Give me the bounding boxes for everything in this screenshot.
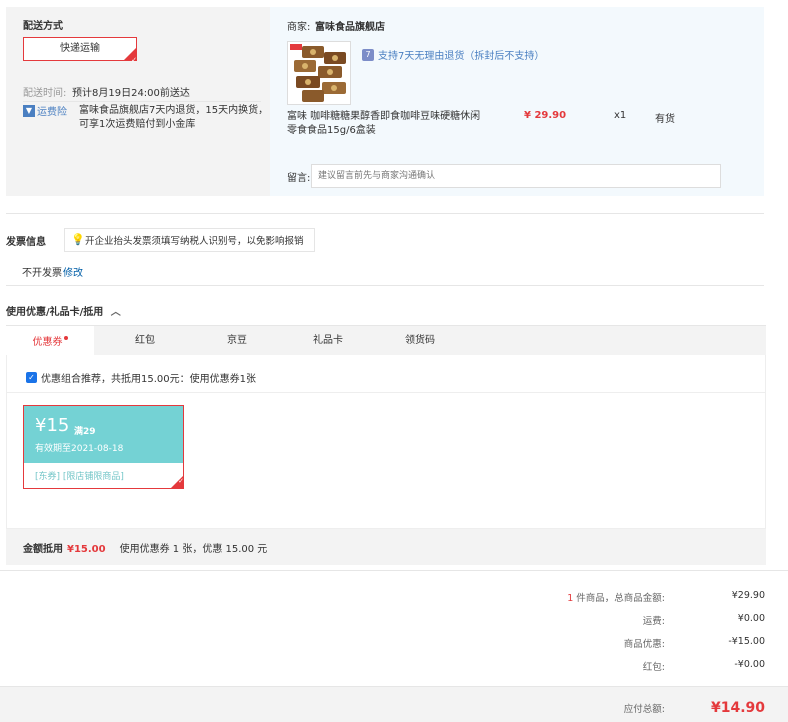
- discount-summary: 金额抵用 ¥15.00 使用优惠券 1 张，优惠 15.00 元: [23, 540, 267, 555]
- payable-label: 应付总额:: [623, 704, 665, 715]
- divider: [23, 101, 261, 102]
- invoice-tip: 💡 开企业抬头发票须填写纳税人识别号，以免影响报销: [64, 228, 315, 252]
- coupon-amount: ¥15: [35, 415, 70, 436]
- payable-value: ¥14.90: [710, 700, 765, 716]
- freight-label: 运费:: [642, 616, 665, 627]
- return-policy-text: 支持7天无理由退货（拆封后不支持）: [378, 51, 545, 62]
- summary-redpacket: 红包: -¥0.00: [485, 659, 765, 673]
- product-stock: 有货: [655, 114, 675, 125]
- recommend-row[interactable]: ✓ 优惠组合推荐，共抵用15.00元：使用优惠券1张: [26, 370, 256, 385]
- product-thumbnail[interactable]: [287, 41, 351, 105]
- discount-value: ¥15.00: [67, 544, 106, 555]
- goods-count-suffix: 件商品，总商品金额:: [573, 593, 665, 604]
- recommend-text: 优惠组合推荐，共抵用15.00元：使用优惠券1张: [41, 374, 256, 385]
- coupon-tags: [东券] [限店铺限商品]: [35, 472, 124, 482]
- summary-goods-total: 1 件商品，总商品金额: ¥29.90: [485, 590, 765, 604]
- tab-pickup-code[interactable]: 领货码: [381, 326, 459, 356]
- coupon-section-title[interactable]: 使用优惠/礼品卡/抵用 ︿: [6, 303, 121, 318]
- product-image: [288, 42, 350, 104]
- divider: [6, 213, 764, 214]
- coupon-tabs: 优惠券 红包 京豆 礼品卡 领货码: [6, 325, 766, 357]
- tab-jingdou[interactable]: 京豆: [198, 326, 276, 356]
- insurance-tag-label: 运费险: [37, 107, 67, 118]
- redpacket-label: 红包:: [642, 662, 665, 673]
- product-discount-value: -¥15.00: [728, 636, 765, 647]
- divider: [6, 285, 764, 286]
- tab-coupon[interactable]: 优惠券: [6, 326, 94, 357]
- shipping-insurance-tag[interactable]: ▼ 运费险: [23, 103, 67, 118]
- coupon-condition: 满29: [74, 427, 96, 437]
- product-quantity: x1: [614, 110, 627, 121]
- tab-redpacket[interactable]: 红包: [106, 326, 184, 356]
- freight-value: ¥0.00: [737, 613, 765, 624]
- invoice-edit-link[interactable]: 修改: [63, 264, 83, 279]
- lightbulb-icon: 💡: [71, 233, 85, 246]
- chevron-up-icon: ︿: [110, 307, 121, 318]
- goods-total-value: ¥29.90: [731, 590, 765, 601]
- shipping-method-button[interactable]: 快递运输: [23, 37, 137, 71]
- shield-icon: ▼: [23, 104, 35, 117]
- product-name-line-1: 富味 咖啡糖糖果醇香即食咖啡豆味硬糖休闲: [287, 111, 481, 122]
- product-price: ¥ 29.90: [524, 110, 567, 121]
- invoice-title: 发票信息: [6, 237, 46, 248]
- message-input[interactable]: [311, 164, 721, 188]
- return-policy[interactable]: 7 支持7天无理由退货（拆封后不支持）: [362, 47, 544, 62]
- selected-check-icon: [124, 48, 137, 71]
- insurance-desc-line-2: 可享1次运费赔付到小金库: [79, 119, 196, 130]
- insurance-desc-line-1: 富味食品旗舰店7天内退货，15天内换货，: [79, 105, 269, 116]
- delivery-time-value: 预计8月19日24:00前送达: [72, 88, 190, 99]
- delivery-time-label: 配送时间:: [23, 88, 67, 99]
- merchant-name[interactable]: 富味食品旗舰店: [315, 18, 385, 33]
- message-label: 留言:: [287, 173, 311, 184]
- selected-check-icon: [171, 476, 183, 488]
- summary-discount: 商品优惠: -¥15.00: [485, 636, 765, 650]
- notification-dot: [63, 336, 68, 340]
- coupon-card-top: ¥15 满29 有效期至2021-08-18: [24, 406, 183, 463]
- shipping-method-label: 快递运输: [60, 43, 100, 54]
- redpacket-value: -¥0.00: [734, 659, 765, 670]
- delivery-title: 配送方式: [23, 21, 63, 32]
- summary-freight: 运费: ¥0.00: [485, 613, 765, 627]
- merchant-label: 商家:: [287, 22, 311, 33]
- seven-day-return-icon: 7: [362, 48, 374, 61]
- discount-label: 金额抵用: [23, 544, 63, 555]
- divider: [0, 570, 788, 571]
- invoice-tip-text: 开企业抬头发票须填写纳税人识别号，以免影响报销: [85, 236, 304, 247]
- discount-desc: 使用优惠券 1 张，优惠 15.00 元: [119, 544, 268, 555]
- insurance-description: 富味食品旗舰店7天内退货，15天内换货， 可享1次运费赔付到小金库: [79, 104, 268, 132]
- coupon-validity: 有效期至2021-08-18: [35, 444, 124, 454]
- product-name-line-2: 零食食品15g/6盒装: [287, 125, 376, 136]
- divider: [7, 392, 765, 393]
- coupon-card[interactable]: ¥15 满29 有效期至2021-08-18 [东券] [限店铺限商品]: [23, 405, 184, 489]
- payable-row: 应付总额: ¥14.90: [485, 700, 765, 716]
- invoice-value: 不开发票: [22, 268, 62, 279]
- product-discount-label: 商品优惠:: [623, 639, 665, 650]
- tab-giftcard[interactable]: 礼品卡: [289, 326, 367, 356]
- recommend-checkbox[interactable]: ✓: [26, 372, 37, 383]
- product-name[interactable]: 富味 咖啡糖糖果醇香即食咖啡豆味硬糖休闲 零食食品15g/6盒装: [287, 110, 487, 138]
- coupon-title-text: 使用优惠/礼品卡/抵用: [6, 307, 104, 318]
- goods-count-label: 1 件商品，总商品金额:: [485, 590, 665, 604]
- tab-coupon-label: 优惠券: [32, 337, 63, 348]
